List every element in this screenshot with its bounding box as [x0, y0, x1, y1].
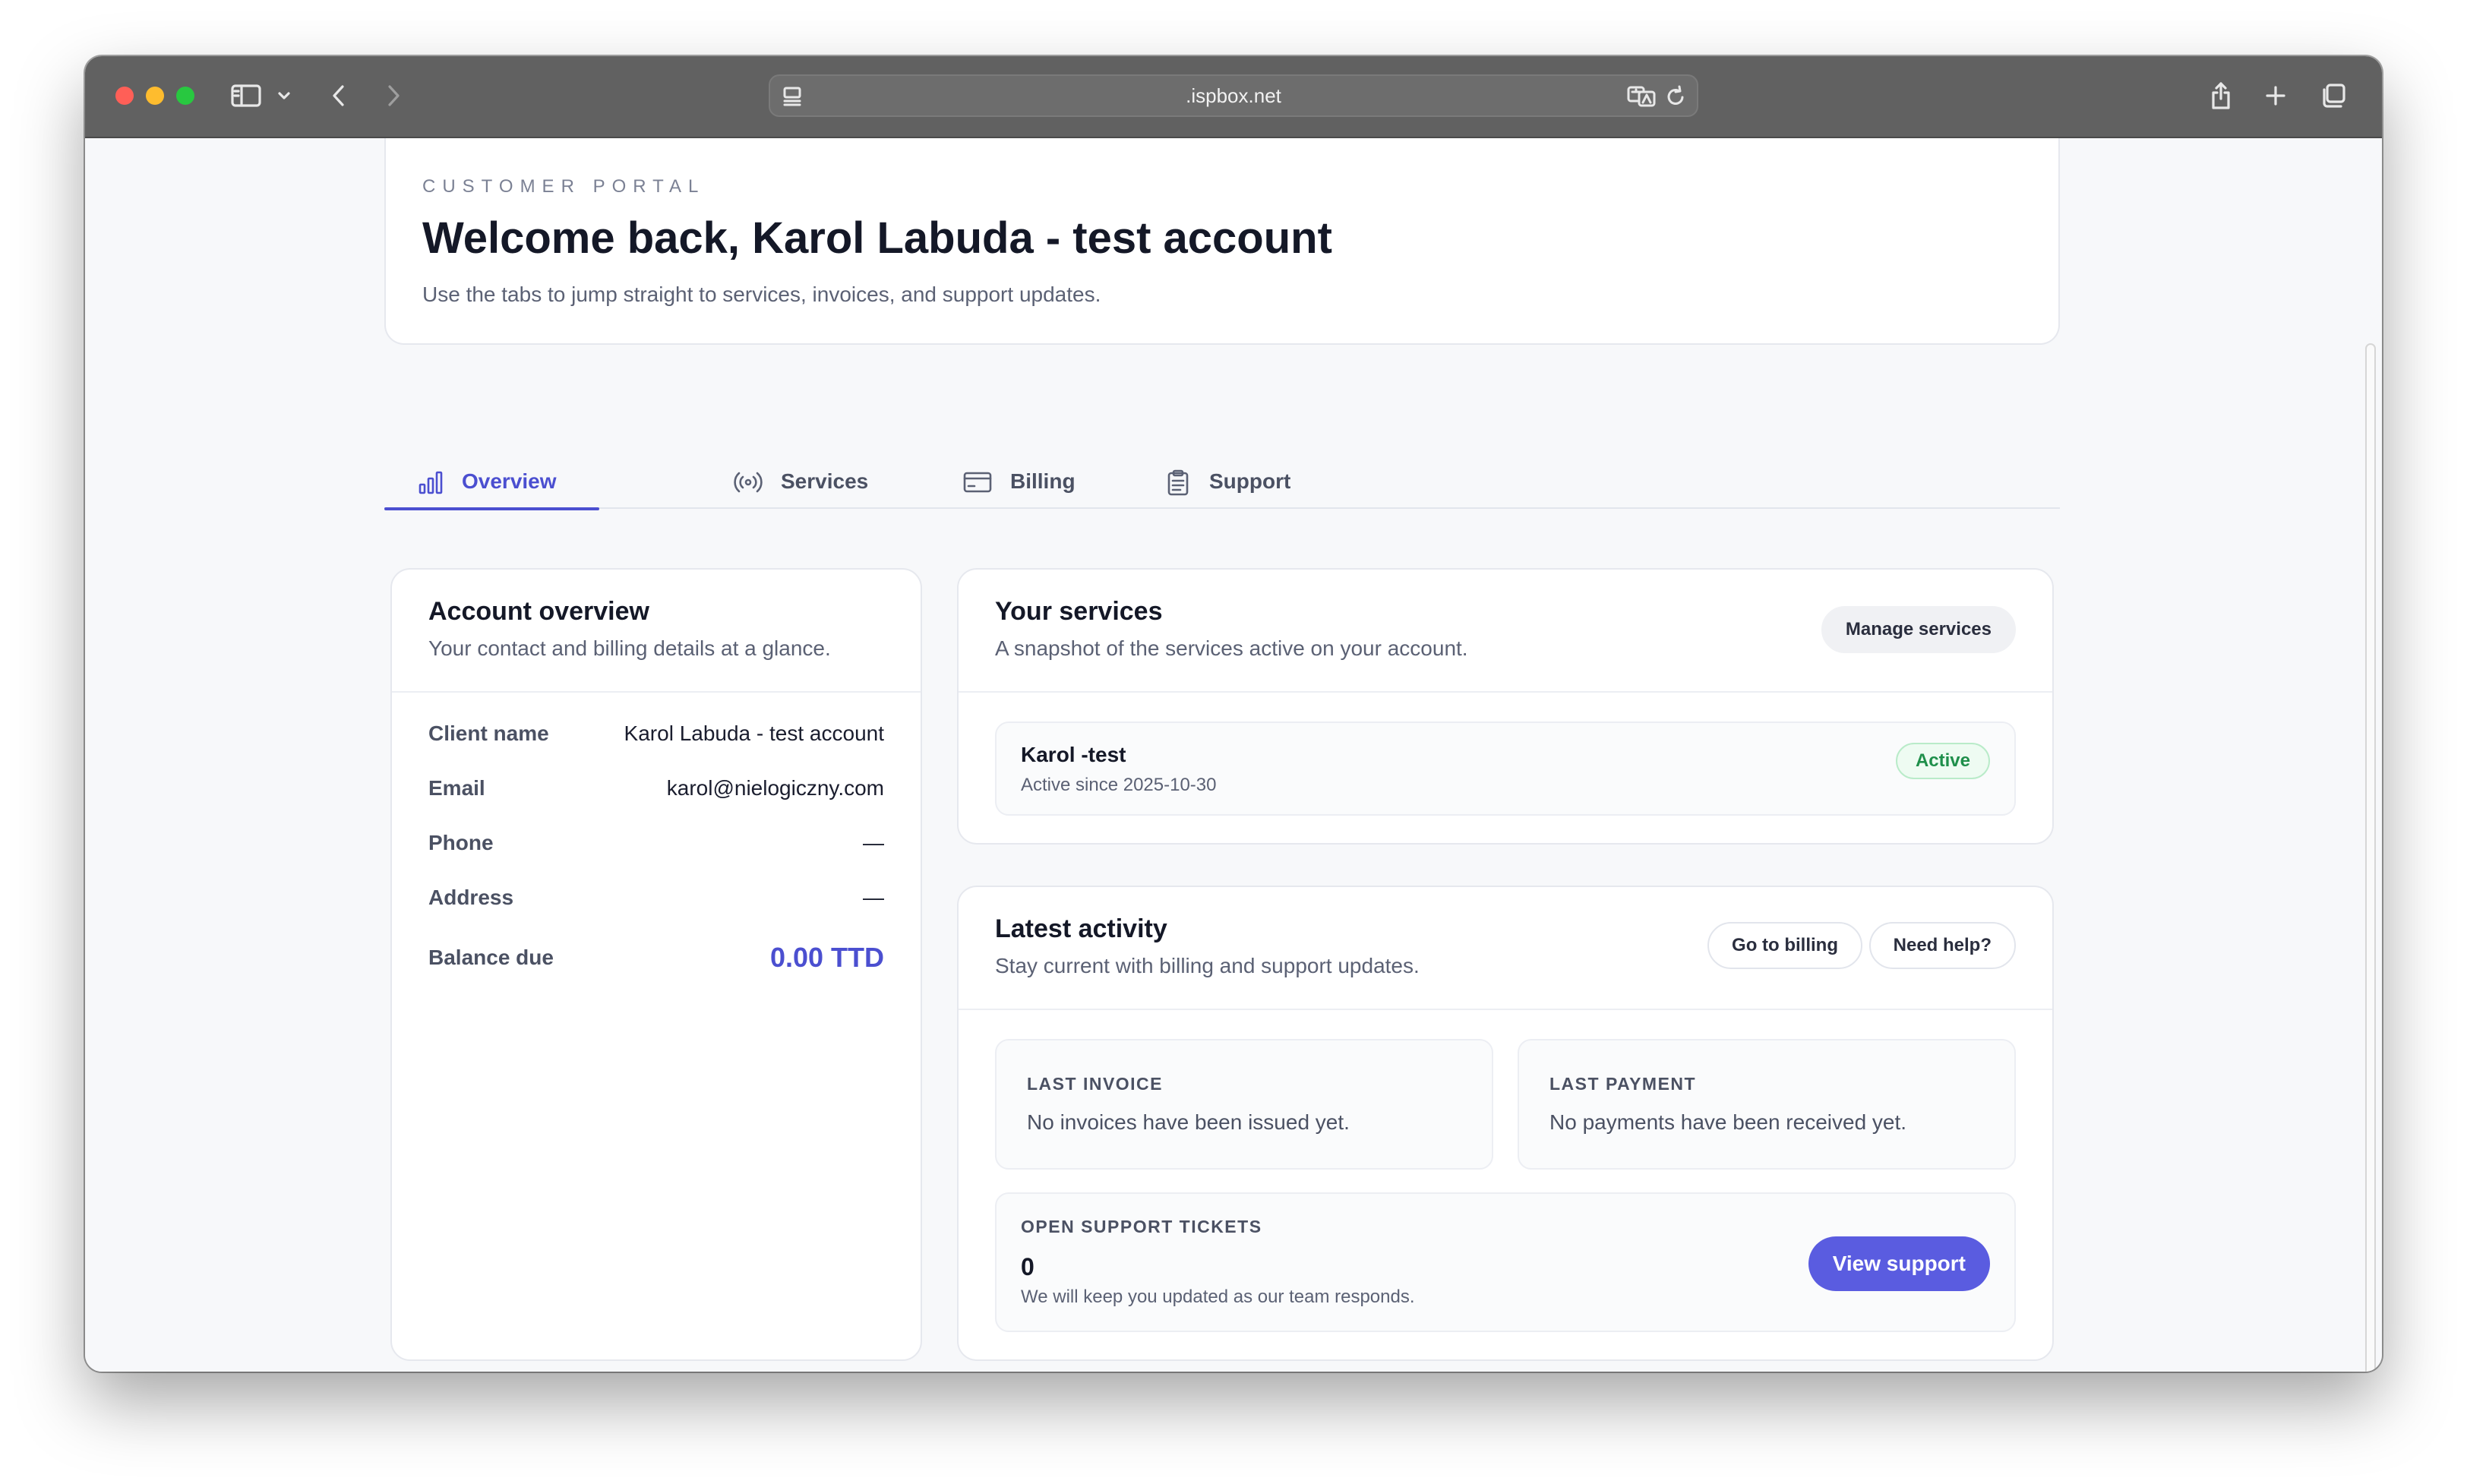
account-overview-title: Account overview — [428, 597, 649, 626]
portal-eyebrow: CUSTOMER PORTAL — [422, 176, 706, 197]
card-divider — [392, 691, 921, 693]
tab-overview[interactable]: Overview — [384, 465, 599, 510]
client-name-value: Karol Labuda - test account — [624, 721, 884, 745]
service-since: Active since 2025-10-30 — [1021, 775, 1217, 795]
tab-label: Billing — [1010, 469, 1076, 493]
phone-value: — — [863, 831, 884, 854]
email-value: karol@nielogiczny.com — [666, 776, 884, 800]
email-row: Email karol@nielogiczny.com — [428, 773, 884, 804]
manage-services-button[interactable]: Manage services — [1821, 606, 2016, 653]
status-badge: Active — [1895, 743, 1990, 779]
sidebar-toggle-icon[interactable] — [229, 79, 263, 112]
tickets-count: 0 — [1021, 1253, 1034, 1280]
browser-window: .ispbox.net CUSTOMER PORTAL Welcome back… — [85, 56, 2382, 1372]
share-icon[interactable] — [2207, 79, 2235, 112]
close-window-button[interactable] — [115, 87, 134, 105]
services-card: Your services A snapshot of the services… — [957, 568, 2054, 845]
tickets-note: We will keep you updated as our team res… — [1021, 1287, 1415, 1307]
last-payment-text: No payments have been received yet. — [1549, 1110, 1907, 1134]
last-payment-tile: LAST PAYMENT No payments have been recei… — [1518, 1039, 2016, 1170]
tab-services[interactable]: Services — [734, 465, 868, 509]
address-row: Address — — [428, 883, 884, 913]
balance-row: Balance due 0.00 TTD — [428, 939, 884, 977]
client-name-row: Client name Karol Labuda - test account — [428, 718, 884, 749]
field-label: Balance due — [428, 946, 554, 969]
last-invoice-text: No invoices have been issued yet. — [1027, 1110, 1350, 1134]
credit-card-icon — [963, 472, 992, 493]
scrollbar[interactable] — [2365, 343, 2376, 1372]
last-invoice-tile: LAST INVOICE No invoices have been issue… — [995, 1039, 1493, 1170]
account-overview-subtitle: Your contact and billing details at a gl… — [428, 636, 831, 660]
need-help-button[interactable]: Need help? — [1868, 922, 2016, 969]
tab-overview-icon[interactable] — [2318, 79, 2349, 112]
services-subtitle: A snapshot of the services active on you… — [995, 636, 1468, 660]
card-divider — [959, 1009, 2052, 1010]
field-label: Phone — [428, 831, 494, 854]
service-name: Karol -test — [1021, 743, 1126, 766]
reload-icon[interactable] — [1665, 85, 1686, 112]
account-overview-card: Account overview Your contact and billin… — [390, 568, 922, 1361]
field-label: Address — [428, 886, 514, 909]
broadcast-icon — [734, 472, 763, 493]
view-support-button[interactable]: View support — [1808, 1236, 1990, 1291]
tickets-label: OPEN SUPPORT TICKETS — [1021, 1217, 1262, 1236]
activity-title: Latest activity — [995, 914, 1167, 943]
minimize-window-button[interactable] — [146, 87, 164, 105]
tab-label: Support — [1209, 469, 1291, 493]
page-subtitle: Use the tabs to jump straight to service… — [422, 283, 1101, 306]
support-tickets-tile: OPEN SUPPORT TICKETS 0 We will keep you … — [995, 1192, 2016, 1332]
zoom-window-button[interactable] — [176, 87, 194, 105]
tab-bar: Overview Services Billing Support — [384, 465, 2060, 510]
tab-label: Services — [781, 469, 869, 493]
bar-chart-icon — [419, 471, 443, 494]
phone-row: Phone — — [428, 828, 884, 858]
balance-value: 0.00 TTD — [769, 942, 884, 973]
address-value: — — [863, 886, 884, 909]
services-title: Your services — [995, 597, 1163, 626]
latest-activity-card: Latest activity Stay current with billin… — [957, 886, 2054, 1361]
chevron-down-icon[interactable] — [275, 79, 293, 112]
page-content: CUSTOMER PORTAL Welcome back, Karol Labu… — [85, 138, 2382, 1372]
url-text: .ispbox.net — [1186, 84, 1281, 107]
activity-subtitle: Stay current with billing and support up… — [995, 954, 1420, 977]
browser-toolbar: .ispbox.net — [85, 56, 2382, 138]
tab-support[interactable]: Support — [1165, 465, 1290, 509]
field-label: Email — [428, 776, 485, 800]
card-divider — [959, 691, 2052, 693]
new-tab-icon[interactable] — [2262, 79, 2289, 112]
clipboard-icon — [1167, 469, 1189, 496]
field-label: Client name — [428, 721, 549, 745]
tab-label: Overview — [462, 469, 557, 493]
back-icon[interactable] — [327, 79, 351, 112]
page-title: Welcome back, Karol Labuda - test accoun… — [422, 213, 1332, 263]
address-bar[interactable]: .ispbox.net — [769, 74, 1698, 117]
service-item[interactable]: Karol -test Active since 2025-10-30 Acti… — [995, 721, 2016, 816]
translate-icon[interactable] — [1627, 85, 1656, 112]
last-invoice-label: LAST INVOICE — [1027, 1074, 1164, 1094]
welcome-card: CUSTOMER PORTAL Welcome back, Karol Labu… — [384, 138, 2060, 345]
forward-icon[interactable] — [381, 79, 406, 112]
tab-billing[interactable]: Billing — [963, 465, 1076, 509]
go-to-billing-button[interactable]: Go to billing — [1707, 922, 1862, 969]
last-payment-label: LAST PAYMENT — [1549, 1074, 1697, 1094]
